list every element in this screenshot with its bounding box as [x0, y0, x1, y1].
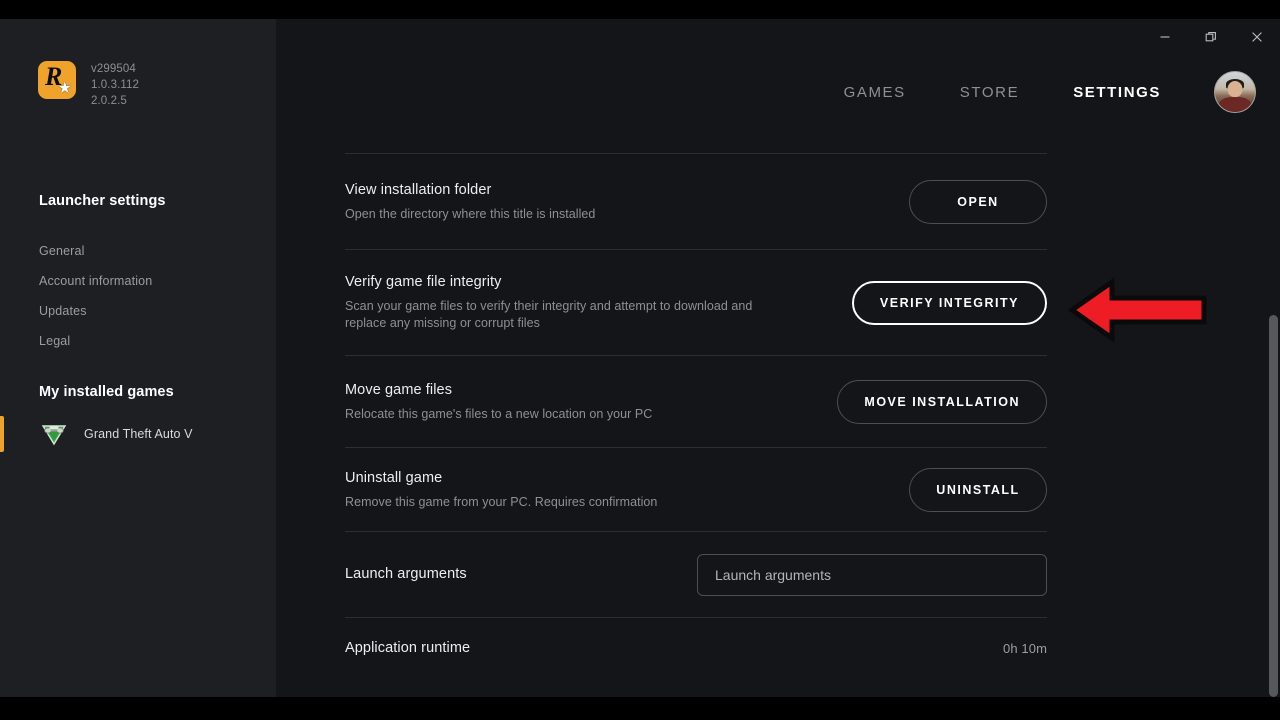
row-title: Verify game file integrity	[345, 274, 502, 290]
setting-row-view-installation-folder: View installation folder Open the direct…	[345, 153, 1047, 249]
row-texts: Application runtime	[345, 639, 470, 658]
tab-games[interactable]: GAMES	[817, 84, 933, 101]
setting-row-move-game-files: Move game files Relocate this game's fil…	[345, 355, 1047, 447]
gta-v-icon	[39, 421, 69, 447]
minimize-icon[interactable]	[1142, 21, 1188, 53]
row-texts: Move game files Relocate this game's fil…	[345, 381, 652, 423]
rockstar-star-glyph: ★	[57, 80, 72, 97]
verify-integrity-button[interactable]: VERIFY INTEGRITY	[851, 280, 1047, 325]
active-indicator-bar	[0, 416, 4, 452]
sidebar-item-general[interactable]: General	[39, 236, 152, 266]
row-subtitle: Open the directory where this title is i…	[345, 206, 596, 221]
main-scrollbar-thumb[interactable]	[1269, 315, 1278, 697]
sidebar: R ★ v299504 1.0.3.112 2.0.2.5 Launcher s…	[0, 19, 276, 697]
tab-settings[interactable]: SETTINGS	[1046, 84, 1188, 101]
avatar-body	[1219, 97, 1251, 112]
sidebar-item-account-information[interactable]: Account information	[39, 266, 152, 296]
top-navigation: GAMES STORE SETTINGS	[276, 61, 1280, 123]
brand-block: R ★ v299504 1.0.3.112 2.0.2.5	[38, 61, 139, 109]
open-button[interactable]: OPEN	[909, 179, 1047, 224]
uninstall-button[interactable]: UNINSTALL	[909, 467, 1047, 512]
letterbox-top	[0, 0, 1280, 19]
row-title: Uninstall game	[345, 469, 443, 486]
row-title: Move game files	[345, 381, 453, 398]
row-subtitle: Scan your game files to verify their int…	[345, 299, 753, 330]
setting-row-uninstall-game: Uninstall game Remove this game from you…	[345, 447, 1047, 531]
rockstar-launcher-window: R ★ v299504 1.0.3.112 2.0.2.5 Launcher s…	[0, 19, 1280, 697]
settings-list: View installation folder Open the direct…	[345, 153, 1047, 679]
move-installation-button[interactable]: MOVE INSTALLATION	[837, 379, 1047, 424]
sidebar-item-updates[interactable]: Updates	[39, 296, 152, 326]
row-texts: Uninstall game Remove this game from you…	[345, 469, 657, 511]
version-line-2: 1.0.3.112	[91, 79, 140, 91]
sidebar-nav: General Account information Updates Lega…	[39, 236, 152, 356]
row-subtitle: Relocate this game's files to a new loca…	[345, 406, 653, 421]
row-title: View installation folder	[345, 181, 492, 198]
setting-row-verify-game-file-integrity: Verify game file integrity Scan your gam…	[345, 249, 1047, 355]
main-content: GAMES STORE SETTINGS View installation f…	[276, 19, 1280, 697]
restore-icon[interactable]	[1188, 21, 1234, 53]
game-label: Grand Theft Auto V	[84, 427, 193, 441]
rockstar-logo-icon: R ★	[38, 61, 76, 99]
version-line-3: 2.0.2.5	[91, 95, 127, 107]
letterbox-bottom	[0, 697, 1280, 720]
main-scrollbar-track[interactable]	[1268, 19, 1280, 697]
avatar-head	[1227, 80, 1243, 97]
user-avatar[interactable]	[1214, 71, 1256, 113]
sidebar-item-grand-theft-auto-v[interactable]: Grand Theft Auto V	[0, 415, 276, 453]
installed-games-list: Grand Theft Auto V	[0, 415, 276, 453]
row-texts: Verify game file integrity Scan your gam…	[345, 273, 785, 332]
window-controls	[1142, 19, 1280, 55]
row-title: Application runtime	[345, 640, 471, 656]
application-runtime-value: 0h 10m	[1003, 641, 1047, 656]
sidebar-item-legal[interactable]: Legal	[39, 326, 152, 356]
launcher-settings-heading: Launcher settings	[39, 193, 166, 209]
version-block: v299504 1.0.3.112 2.0.2.5	[91, 61, 139, 109]
version-line-1: v299504	[91, 63, 136, 75]
launch-arguments-input[interactable]	[697, 553, 1047, 596]
row-title: Launch arguments	[345, 566, 467, 582]
screen: R ★ v299504 1.0.3.112 2.0.2.5 Launcher s…	[0, 0, 1280, 720]
installed-games-heading: My installed games	[39, 384, 174, 400]
setting-row-launch-arguments: Launch arguments	[345, 531, 1047, 617]
setting-row-application-runtime: Application runtime 0h 10m	[345, 617, 1047, 679]
tab-store[interactable]: STORE	[933, 84, 1046, 101]
row-texts: Launch arguments	[345, 565, 467, 584]
row-subtitle: Remove this game from your PC. Requires …	[345, 494, 658, 509]
row-texts: View installation folder Open the direct…	[345, 181, 595, 223]
